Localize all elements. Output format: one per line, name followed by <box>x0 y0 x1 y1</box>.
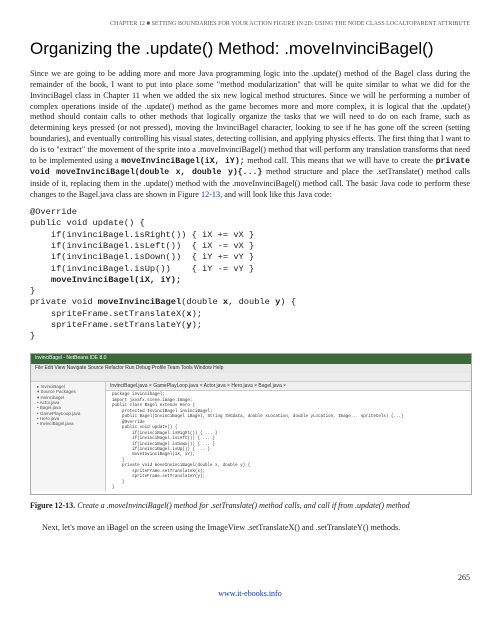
body-paragraph: Since we are going to be adding more and… <box>30 69 470 201</box>
code-listing: @Override public void update() { if(invi… <box>30 207 470 343</box>
chapter-header: CHAPTER 12 ■ SETTING BOUNDARIES FOR YOUR… <box>30 20 470 28</box>
figure-caption-text: Create a .moveInvinciBagel() method for … <box>75 501 409 510</box>
ide-screenshot: InvinciBagel - NetBeans IDE 8.0 File Edi… <box>30 353 472 495</box>
para-text: , and will look like this Java code: <box>220 190 332 199</box>
tree-item: • InvinciBagel.java <box>33 421 103 426</box>
page-number: 265 <box>30 573 470 584</box>
ide-menubar: File Edit View Navigate Source Refactor … <box>31 364 471 373</box>
inline-code: moveInvinciBagel(iX, iY); <box>121 157 244 166</box>
figure-caption: Figure 12-13. Create a .moveInvinciBagel… <box>30 501 470 512</box>
ide-project-tree: ▸ InvinciBagel ▾ Source Packages ▾ invin… <box>31 382 106 491</box>
figure-ref-link[interactable]: 12-13 <box>201 190 220 199</box>
ide-titlebar: InvinciBagel - NetBeans IDE 8.0 <box>31 354 471 364</box>
ide-editor-tabs: InvinciBagel.java × GamePlayLoop.java × … <box>106 382 471 392</box>
para-text: method call. This means that we will hav… <box>245 156 436 165</box>
body-text: Next, let's move an iBagel on the screen… <box>30 522 470 533</box>
ide-code-editor: package invincibagel; import javafx.scen… <box>106 391 471 493</box>
footer-link[interactable]: www.it-ebooks.info <box>30 589 470 600</box>
para-text: Since we are going to be adding more and… <box>30 69 470 165</box>
ide-navigator: ⊕ moveInvinciBagel ≫ <box>106 494 471 495</box>
section-heading: Organizing the .update() Method: .moveIn… <box>30 38 470 61</box>
figure-label: Figure 12-13. <box>30 501 75 510</box>
ide-toolbar <box>31 373 471 382</box>
